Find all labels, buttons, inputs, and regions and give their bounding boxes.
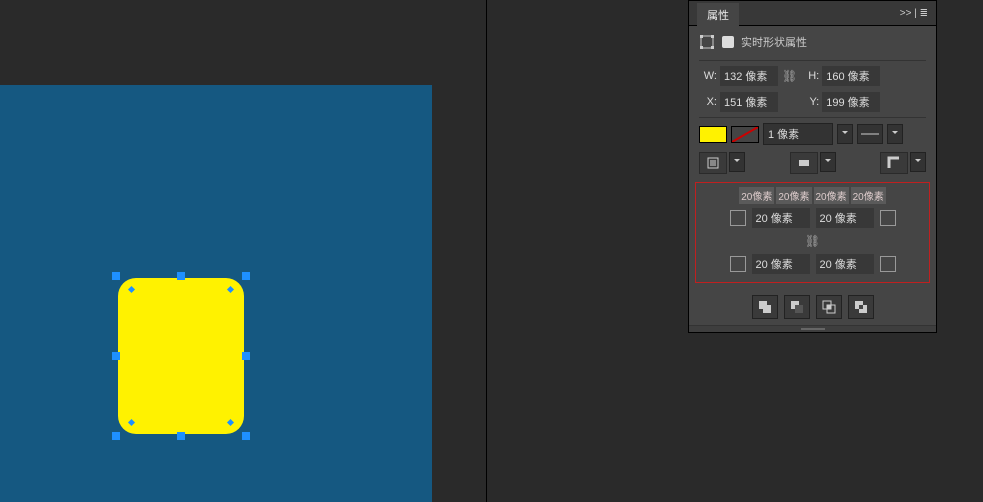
corner-radius-handle-br[interactable]: [227, 419, 234, 426]
pathop-exclude-button[interactable]: [848, 295, 874, 319]
corner-type-tl[interactable]: [730, 210, 746, 226]
panel-resize-grip[interactable]: [689, 325, 936, 332]
properties-panel: 属性 >> | ≣ 实时形状属性 W: ⛓ H: X: ⛓ Y:: [688, 0, 937, 333]
corner-type-tr[interactable]: [880, 210, 896, 226]
shape-bbox-icon: [699, 35, 714, 50]
stroke-style-dropdown[interactable]: [887, 124, 903, 144]
height-label: H:: [801, 70, 819, 82]
corner-radius-br-input[interactable]: [816, 254, 874, 274]
x-label: X:: [699, 96, 717, 108]
corner-type-bl[interactable]: [730, 256, 746, 272]
handle-br[interactable]: [242, 432, 250, 440]
handle-tl[interactable]: [112, 272, 120, 280]
stroke-align-button[interactable]: [699, 152, 727, 174]
height-input[interactable]: [822, 66, 880, 86]
pathop-intersect-button[interactable]: [816, 295, 842, 319]
selection-bbox: [115, 275, 247, 437]
stroke-style-select[interactable]: [857, 124, 883, 144]
y-input[interactable]: [822, 92, 880, 112]
join-type-button[interactable]: [880, 152, 908, 174]
width-input[interactable]: [720, 66, 778, 86]
stroke-width-dropdown[interactable]: [837, 124, 853, 144]
pathop-subtract-button[interactable]: [784, 295, 810, 319]
canvas[interactable]: [0, 85, 432, 502]
handle-bl[interactable]: [112, 432, 120, 440]
fill-swatch[interactable]: [699, 126, 727, 143]
cap-type-button[interactable]: [790, 152, 818, 174]
panel-header-title: 实时形状属性: [741, 34, 807, 50]
corner-radius-section: 20像素20像素20像素20像素 ⛓: [695, 182, 930, 283]
corner-radius-tr-input[interactable]: [816, 208, 874, 228]
properties-tab[interactable]: 属性: [697, 3, 739, 27]
handle-mr[interactable]: [242, 352, 250, 360]
panel-flyout-menu[interactable]: >> | ≣: [900, 8, 928, 19]
corner-radius-bl-input[interactable]: [752, 254, 810, 274]
live-shape-icon: [720, 35, 735, 50]
corner-tooltip: 20像素20像素20像素20像素: [700, 187, 925, 204]
x-input[interactable]: [720, 92, 778, 112]
link-corners-icon[interactable]: ⛓: [805, 234, 820, 248]
pathop-unite-button[interactable]: [752, 295, 778, 319]
width-label: W:: [699, 70, 717, 82]
y-label: Y:: [801, 96, 819, 108]
corner-radius-tl-input[interactable]: [752, 208, 810, 228]
join-type-dropdown[interactable]: [910, 152, 926, 172]
handle-bm[interactable]: [177, 432, 185, 440]
handle-tm[interactable]: [177, 272, 185, 280]
corner-radius-handle-tl[interactable]: [128, 286, 135, 293]
handle-ml[interactable]: [112, 352, 120, 360]
stroke-swatch[interactable]: [731, 126, 759, 143]
cap-type-dropdown[interactable]: [820, 152, 836, 172]
stroke-width-select[interactable]: [763, 123, 833, 145]
handle-tr[interactable]: [242, 272, 250, 280]
corner-radius-handle-bl[interactable]: [128, 419, 135, 426]
link-wh-icon[interactable]: ⛓: [782, 69, 797, 83]
stroke-align-dropdown[interactable]: [729, 152, 745, 172]
corner-radius-handle-tr[interactable]: [227, 286, 234, 293]
corner-type-br[interactable]: [880, 256, 896, 272]
